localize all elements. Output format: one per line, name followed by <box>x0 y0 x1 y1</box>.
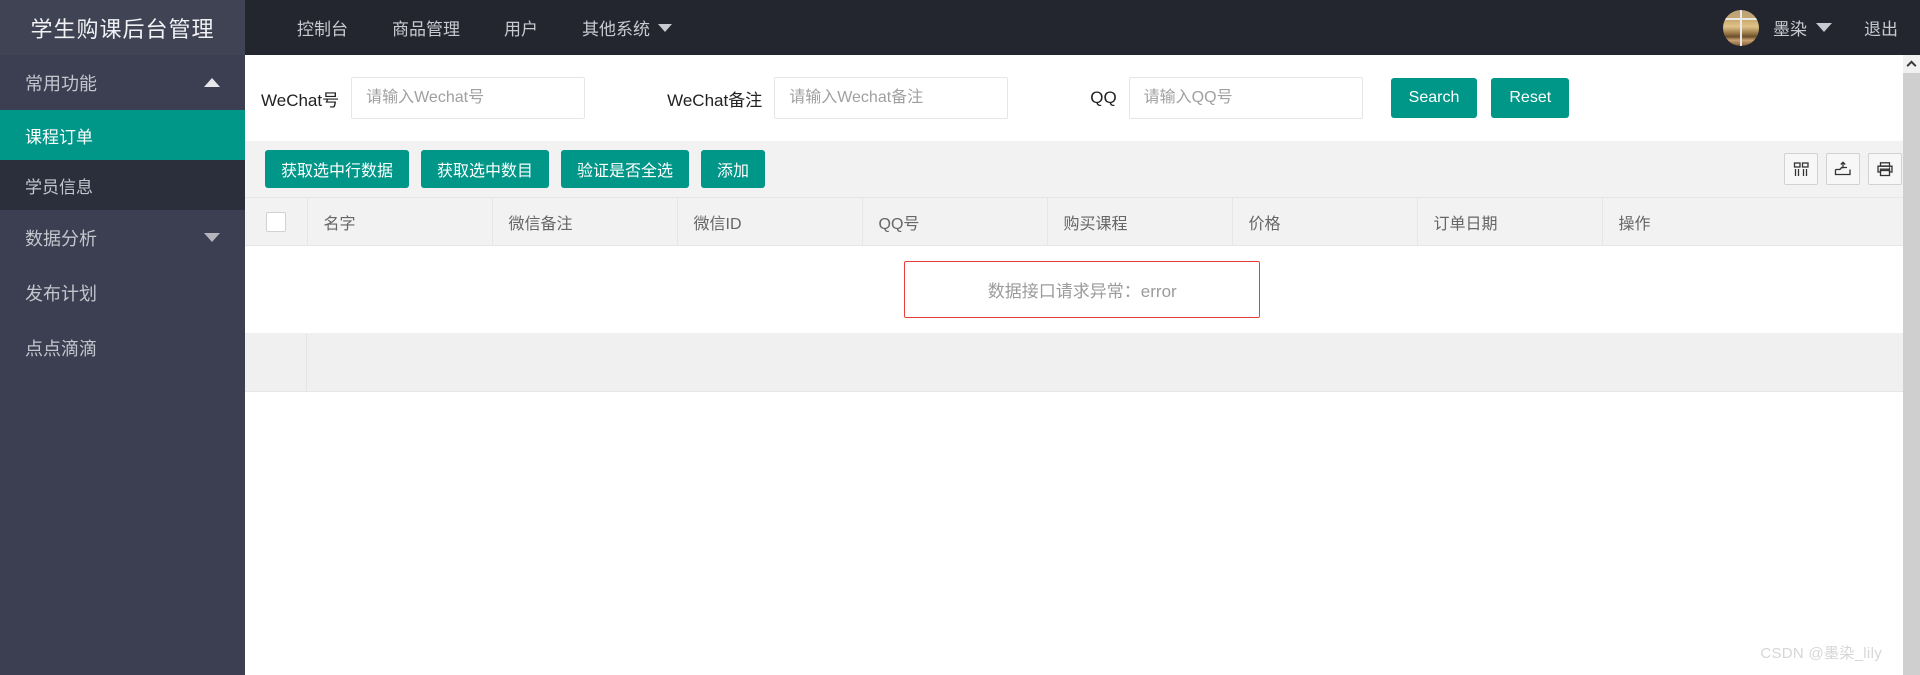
main-area: 控制台 商品管理 用户 其他系统 墨染 退出 WeChat号 请输入Wechat… <box>245 0 1920 675</box>
select-all-header[interactable] <box>245 197 308 246</box>
field-wechat-remark-label: WeChat备注 <box>667 90 763 110</box>
tab-console-label: 控制台 <box>297 20 348 39</box>
field-wechat-remark: WeChat备注 <box>667 77 1009 119</box>
field-wechat-label: WeChat号 <box>261 90 340 110</box>
export-icon[interactable] <box>1826 153 1860 185</box>
column-header-order-date[interactable]: 订单日期 <box>1417 197 1603 246</box>
field-qq-label: QQ <box>1090 88 1117 107</box>
sidebar-item-course-orders-label: 课程订单 <box>25 127 93 147</box>
wechat-input[interactable] <box>351 77 586 119</box>
content-panel: WeChat号 WeChat备注 QQ Search Reset <box>245 55 1920 675</box>
column-header-price[interactable]: 价格 <box>1232 197 1418 246</box>
page-scrollbar[interactable] <box>1903 55 1920 675</box>
field-wechat: WeChat号 <box>261 77 586 119</box>
tab-other-systems[interactable]: 其他系统 <box>560 0 694 55</box>
caret-up-icon <box>204 78 220 87</box>
sidebar-group-data-analysis[interactable]: 数据分析 <box>0 210 245 265</box>
chevron-down-icon <box>658 23 672 32</box>
tab-product-management[interactable]: 商品管理 <box>370 0 482 55</box>
sidebar-item-publish-plan-label: 发布计划 <box>25 283 97 304</box>
chevron-down-icon <box>1816 23 1832 32</box>
table-toolbar: 获取选中行数据 获取选中数目 验证是否全选 添加 <box>245 141 1920 197</box>
get-selected-rows-button[interactable]: 获取选中行数据 <box>265 150 410 188</box>
table-empty-cell: 数据接口请求异常：error <box>245 245 1920 334</box>
sidebar-item-diandiandidi[interactable]: 点点滴滴 <box>0 320 245 375</box>
add-button[interactable]: 添加 <box>701 150 766 188</box>
tab-product-management-label: 商品管理 <box>392 20 460 39</box>
sidebar-group-common-label: 常用功能 <box>25 73 97 94</box>
app-root: 学生购课后台管理 常用功能 课程订单 学员信息 数据分析 发布计划 点点滴滴 控… <box>0 0 1920 675</box>
user-menu[interactable]: 墨染 <box>1773 15 1832 40</box>
column-header-action[interactable]: 操作 <box>1602 197 1920 246</box>
caret-down-icon <box>204 233 220 242</box>
print-icon[interactable] <box>1868 153 1902 185</box>
table-header: 名字 微信备注 微信ID QQ号 购买课程 价格 订单日期 操作 <box>245 197 1920 246</box>
top-navigation: 控制台 商品管理 用户 其他系统 <box>275 0 694 55</box>
column-header-wechat-remark[interactable]: 微信备注 <box>492 197 678 246</box>
table-body: 数据接口请求异常：error <box>245 245 1920 334</box>
verify-select-all-button[interactable]: 验证是否全选 <box>561 150 690 188</box>
logout-button[interactable]: 退出 <box>1864 15 1898 40</box>
toolbar-actions: 获取选中行数据 获取选中数目 验证是否全选 添加 <box>265 150 766 188</box>
table-header-row: 名字 微信备注 微信ID QQ号 购买课程 价格 订单日期 操作 <box>245 197 1920 246</box>
user-name-label: 墨染 <box>1773 20 1807 39</box>
column-toggle-icon[interactable] <box>1784 153 1818 185</box>
watermark: CSDN @墨染_lily <box>1760 645 1882 662</box>
sidebar-group-common[interactable]: 常用功能 <box>0 55 245 110</box>
tab-user-label: 用户 <box>504 20 538 39</box>
column-header-name[interactable]: 名字 <box>307 197 493 246</box>
get-selected-count-button[interactable]: 获取选中数目 <box>421 150 550 188</box>
sidebar-item-publish-plan[interactable]: 发布计划 <box>0 265 245 320</box>
reset-button[interactable]: Reset <box>1491 78 1570 118</box>
data-table: 名字 微信备注 微信ID QQ号 购买课程 价格 订单日期 操作 数据接口请求异… <box>245 197 1920 334</box>
toolbar-icon-actions <box>1784 153 1902 185</box>
table-footer-first-cell <box>245 334 307 391</box>
sidebar-item-diandiandidi-label: 点点滴滴 <box>25 338 97 359</box>
sidebar: 学生购课后台管理 常用功能 课程订单 学员信息 数据分析 发布计划 点点滴滴 <box>0 0 245 675</box>
avatar[interactable] <box>1723 9 1759 46</box>
tab-user[interactable]: 用户 <box>482 0 560 55</box>
qq-input[interactable] <box>1128 77 1363 119</box>
search-filter-bar: WeChat号 WeChat备注 QQ Search Reset <box>245 55 1920 141</box>
sidebar-item-student-info[interactable]: 学员信息 <box>0 160 245 210</box>
error-message: 数据接口请求异常：error <box>904 261 1261 318</box>
sidebar-item-student-info-label: 学员信息 <box>25 177 93 197</box>
tab-other-systems-label: 其他系统 <box>582 20 650 39</box>
topbar: 控制台 商品管理 用户 其他系统 墨染 退出 <box>245 0 1920 55</box>
app-logo-title: 学生购课后台管理 <box>0 0 245 55</box>
column-header-wechat-id[interactable]: 微信ID <box>677 197 863 246</box>
table-footer-bar <box>245 334 1920 392</box>
search-actions: Search Reset <box>1390 78 1570 118</box>
tab-console[interactable]: 控制台 <box>275 0 370 55</box>
data-table-wrapper: 名字 微信备注 微信ID QQ号 购买课程 价格 订单日期 操作 数据接口请求异… <box>245 197 1920 392</box>
select-all-checkbox[interactable] <box>265 211 286 232</box>
column-header-qq[interactable]: QQ号 <box>862 197 1048 246</box>
field-qq: QQ <box>1090 77 1363 119</box>
sidebar-item-course-orders[interactable]: 课程订单 <box>0 110 245 160</box>
table-empty-row: 数据接口请求异常：error <box>245 245 1920 334</box>
topbar-user-area: 墨染 退出 <box>1723 0 1898 55</box>
scroll-up-arrow-icon[interactable] <box>1903 55 1920 73</box>
search-button[interactable]: Search <box>1390 78 1478 118</box>
wechat-remark-input[interactable] <box>774 77 1009 119</box>
sidebar-group-data-analysis-label: 数据分析 <box>25 228 97 249</box>
column-header-course[interactable]: 购买课程 <box>1047 197 1233 246</box>
